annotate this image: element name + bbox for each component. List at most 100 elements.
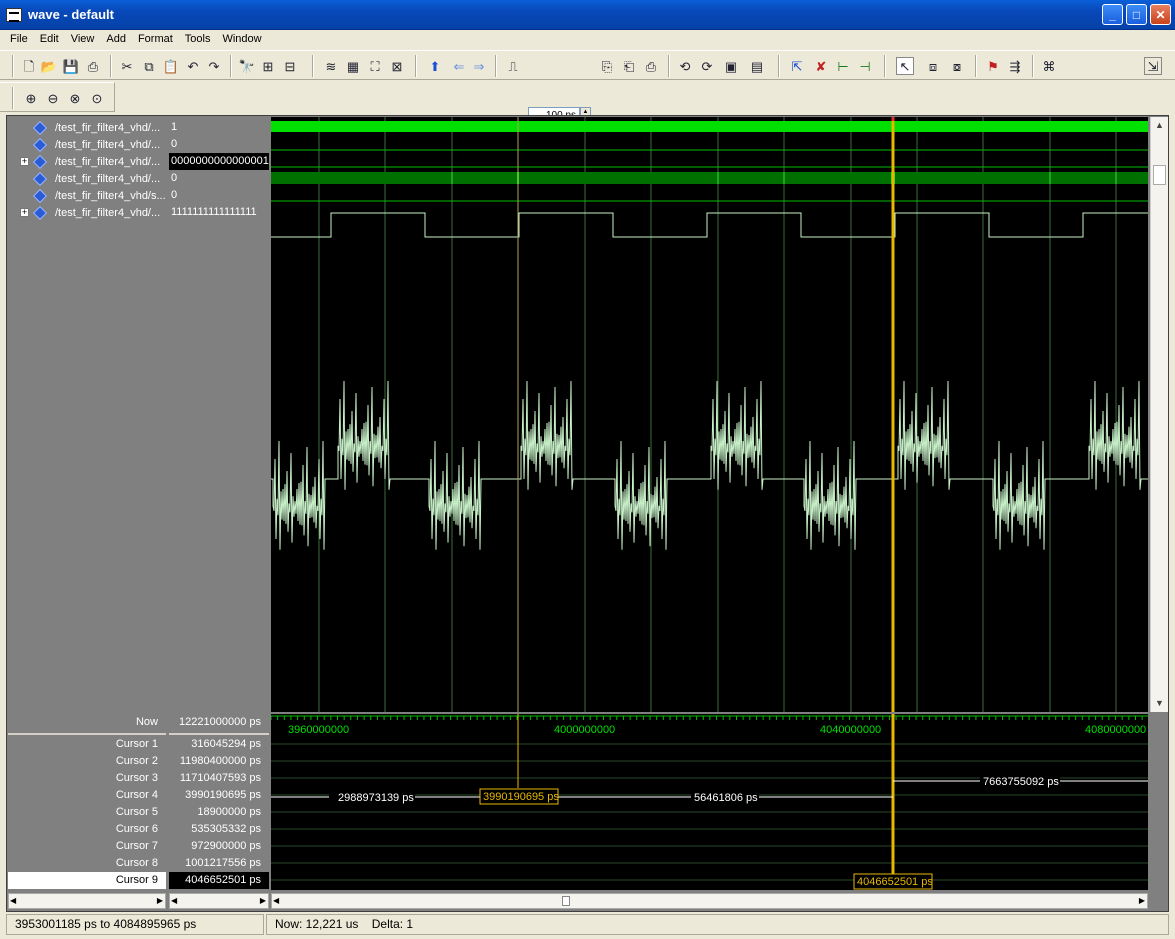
prev-transition-icon[interactable]: ⊢ <box>834 57 852 75</box>
menu-bar: File Edit View Add Format Tools Window <box>0 30 1175 48</box>
cursor-timeline-pane[interactable]: 3960000000 4000000000 4040000000 4080000… <box>271 714 1148 890</box>
delete-cursor-icon[interactable]: ✘ <box>812 57 830 75</box>
signal-row[interactable]: /test_fir_filter4_vhd/... <box>8 119 166 136</box>
scroll-left-icon[interactable]: ◀ <box>273 896 279 905</box>
continue-run-icon[interactable]: ⎗ <box>620 57 638 75</box>
cursor-name-active[interactable]: Cursor 9 <box>8 872 166 889</box>
scroll-right-icon[interactable]: ▶ <box>260 896 266 905</box>
now-label: Now <box>135 716 158 728</box>
ruler-ticks <box>271 716 1143 720</box>
trace-icon[interactable]: ⇶ <box>1006 57 1024 75</box>
edit-mode-icon[interactable]: ⧇ <box>948 57 966 75</box>
signal-row[interactable]: + /test_fir_filter4_vhd/... <box>8 204 166 221</box>
cursor-name[interactable]: Cursor 1 <box>8 736 158 753</box>
expand-icon[interactable]: + <box>20 157 29 166</box>
cursor-timeline-canvas[interactable]: 3960000000 4000000000 4040000000 4080000… <box>271 714 1148 890</box>
menu-edit[interactable]: Edit <box>34 33 65 45</box>
zoom-cursor-icon[interactable]: ⊙ <box>88 89 106 107</box>
scroll-right-icon[interactable]: ▶ <box>157 896 163 905</box>
signal-row[interactable]: /test_fir_filter4_vhd/s... <box>8 187 166 204</box>
dataflow-icon[interactable]: ⚑ <box>984 57 1002 75</box>
menu-add[interactable]: Add <box>100 33 132 45</box>
scroll-thumb[interactable] <box>562 896 570 906</box>
signal-diamond-icon <box>32 154 48 169</box>
zoom-in-icon[interactable]: ⊕ <box>22 89 40 107</box>
paste-icon[interactable]: 📋 <box>162 57 180 75</box>
zoom-full-icon[interactable]: ⊗ <box>66 89 84 107</box>
zoom-mode-icon[interactable]: ⧈ <box>924 57 942 75</box>
print-icon[interactable]: ⎙ <box>84 57 102 75</box>
maximize-button[interactable]: □ <box>1126 4 1147 25</box>
signal-row[interactable]: /test_fir_filter4_vhd/... <box>8 170 166 187</box>
copy-icon[interactable]: ⧉ <box>140 57 158 75</box>
open-folder-icon[interactable]: 📂 <box>40 57 58 75</box>
save-icon[interactable]: 💾 <box>62 57 80 75</box>
cursor-name[interactable]: Cursor 3 <box>8 770 158 787</box>
close-button[interactable]: ✕ <box>1150 4 1171 25</box>
compare-icon[interactable]: ⌘ <box>1040 57 1058 75</box>
minimize-button[interactable]: _ <box>1102 4 1123 25</box>
find-icon[interactable]: 🔭 <box>238 57 256 75</box>
cursor-rows <box>271 743 1148 881</box>
arrow-right-icon[interactable]: ⇒ <box>470 57 488 75</box>
names-hscrollbar[interactable]: ◀ ▶ <box>8 893 166 909</box>
cut-icon[interactable]: ✂ <box>118 57 136 75</box>
run-length-icon[interactable]: ⎍ <box>504 57 522 75</box>
cursor-name[interactable]: Cursor 6 <box>8 821 158 838</box>
insert-breakpoint-icon[interactable]: ⊟ <box>281 57 299 75</box>
break-icon[interactable]: ▣ <box>722 57 740 75</box>
undock-icon[interactable]: ⇲ <box>1144 57 1162 75</box>
delete-icon[interactable]: ⊠ <box>388 57 406 75</box>
run-all-icon[interactable]: ⎙ <box>642 57 660 75</box>
scroll-thumb[interactable] <box>1153 165 1166 185</box>
menu-window[interactable]: Window <box>216 33 267 45</box>
expand-icon[interactable]: + <box>20 208 29 217</box>
undo-icon[interactable]: ↶ <box>184 57 202 75</box>
tick-label: 4080000000 <box>1085 724 1146 736</box>
run-icon[interactable]: ⎘ <box>598 57 616 75</box>
cursor-name[interactable]: Cursor 8 <box>8 855 158 872</box>
bookmark-icon[interactable]: ⛶ <box>366 57 384 75</box>
layers-icon[interactable]: ≋ <box>322 57 340 75</box>
cursor-name[interactable]: Cursor 5 <box>8 804 158 821</box>
restart-icon[interactable]: ▤ <box>748 57 766 75</box>
menu-file[interactable]: File <box>4 33 34 45</box>
step-over-icon[interactable]: ⟳ <box>698 57 716 75</box>
menu-tools[interactable]: Tools <box>179 33 217 45</box>
scroll-right-icon[interactable]: ▶ <box>1139 896 1145 905</box>
zoom-out-icon[interactable]: ⊖ <box>44 89 62 107</box>
scroll-left-icon[interactable]: ◀ <box>171 896 177 905</box>
cursor-name[interactable]: Cursor 7 <box>8 838 158 855</box>
tick-label: 3960000000 <box>288 724 349 736</box>
wave-hscrollbar[interactable]: ◀ ▶ <box>271 893 1148 909</box>
arrow-left-icon[interactable]: ⇐ <box>450 57 468 75</box>
signal-row[interactable]: /test_fir_filter4_vhd/... <box>8 136 166 153</box>
redo-icon[interactable]: ↷ <box>205 57 223 75</box>
signal-diamond-icon <box>32 137 48 152</box>
status-delta: Delta: 1 <box>371 917 414 931</box>
status-now-delta: Now: 12,221 us Delta: 1 <box>266 914 1169 935</box>
add-cursor-icon[interactable]: ⇱ <box>788 57 806 75</box>
zoom-toolbar: ⊕ ⊖ ⊗ ⊙ <box>0 82 115 112</box>
signal-1-high-bar <box>271 121 1148 132</box>
scroll-left-icon[interactable]: ◀ <box>10 896 16 905</box>
step-icon[interactable]: ⟲ <box>676 57 694 75</box>
scroll-down-icon[interactable]: ▼ <box>1151 695 1168 712</box>
menu-format[interactable]: Format <box>132 33 179 45</box>
cursor-name[interactable]: Cursor 2 <box>8 753 158 770</box>
grid-icon[interactable]: ▦ <box>344 57 362 75</box>
menu-view[interactable]: View <box>65 33 101 45</box>
waveform-pane[interactable] <box>271 117 1148 712</box>
arrow-up-icon[interactable]: ⬆ <box>426 57 444 75</box>
cursor-value: 11710407593 ps <box>179 772 261 784</box>
vertical-scrollbar[interactable]: ▲ ▼ <box>1150 117 1168 712</box>
insert-divider-icon[interactable]: ⊞ <box>259 57 277 75</box>
cursor-name[interactable]: Cursor 4 <box>8 787 158 804</box>
signal-row[interactable]: + /test_fir_filter4_vhd/... <box>8 153 166 170</box>
new-file-icon[interactable]: 🗋 <box>20 57 38 75</box>
select-mode-icon[interactable]: ↖ <box>896 57 914 75</box>
scroll-up-icon[interactable]: ▲ <box>1151 117 1168 134</box>
next-transition-icon[interactable]: ⊣ <box>856 57 874 75</box>
values-hscrollbar[interactable]: ◀ ▶ <box>169 893 269 909</box>
waveform-canvas[interactable] <box>271 117 1148 712</box>
